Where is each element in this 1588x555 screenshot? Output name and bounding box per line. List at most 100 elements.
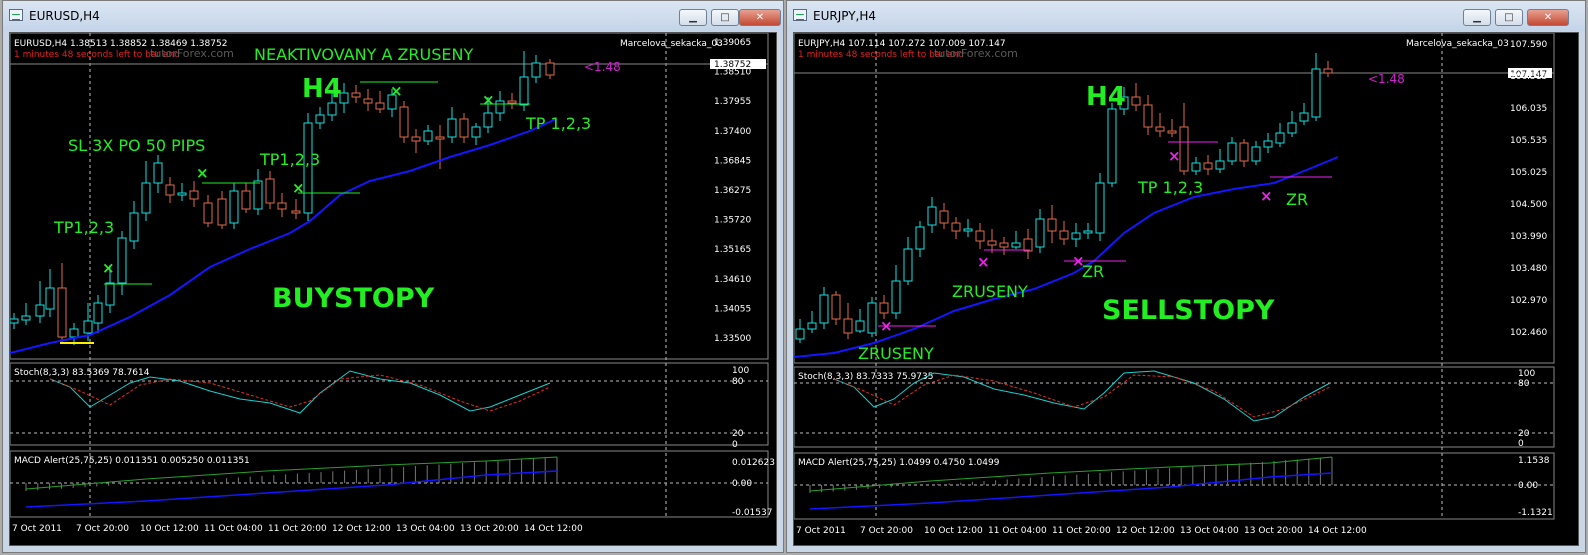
price-tick-label: 1.38510 [714,68,751,78]
window-titlebar[interactable]: EURJPY,H4 ▁ □ ✕ [787,1,1585,31]
order-marker: × [1168,147,1181,165]
bull-candle [423,130,433,142]
bull-candle [21,315,31,321]
price-tick-label: 105.535 [1510,136,1547,146]
annotation-zr: ZR [1082,262,1104,281]
bull-candle [1215,160,1225,170]
annotation-tp: TP1,2,3 [259,150,320,169]
bull-candle [1107,108,1117,184]
order-marker: × [390,82,403,100]
window-titlebar[interactable]: EURUSD,H4 ▁ □ ✕ [3,1,783,31]
price-tick-label: 1.37955 [714,97,751,107]
time-axis: 7 Oct 2011 7 Oct 20:00 10 Oct 12:00 11 Oct … [796,526,1367,536]
macd-label: MACD Alert(25,75,25) 1.0499 0.4750 1.049… [798,458,1000,468]
maximize-button[interactable]: □ [711,9,739,26]
order-marker: × [292,179,305,197]
bull-candle [253,180,263,210]
time-tick-label: 12 Oct 12:00 [332,524,391,534]
bull-candle [153,162,163,184]
bear-candle [399,106,409,138]
time-tick-label: 12 Oct 12:00 [1116,526,1175,536]
chart-area[interactable]: × × × × × EURUSD,H4 1.38513 1.38852 1.38… [9,32,777,546]
bear-candle [57,287,67,338]
time-tick-label: 7 Oct 2011 [12,524,62,534]
annotation-zruseny: ZRUSENY [952,282,1028,301]
bear-candle [265,178,275,204]
bull-candle [495,100,505,114]
bull-candle [1299,112,1309,122]
bear-candle [1059,230,1069,240]
bull-candle [531,62,541,78]
bear-candle [987,240,997,246]
watermark: tutorForex.com [934,47,1018,60]
bear-candle [1047,218,1057,232]
chart-window-eurjpy[interactable]: EURJPY,H4 ▁ □ ✕ × × × × × EURJPY,H4 107.… [786,0,1586,553]
timer-label: <1.48 [1368,72,1405,86]
bear-candle [1239,142,1249,162]
price-axis: 1.390651.387521.385101.379551.374001.368… [714,38,751,344]
bull-candle [963,228,973,232]
price-tick-label: 1.36845 [714,156,751,166]
bull-candle [1035,218,1045,248]
order-marker: × [102,259,115,277]
order-marker: × [977,253,990,271]
bear-candle [1023,238,1033,252]
bear-candle [1179,126,1189,172]
macd-axis-label: 0.012623 [732,458,775,468]
stoch-axis-label: 80 [1518,379,1530,389]
bull-candle [1191,162,1201,172]
chart-window-eurusd[interactable]: EURUSD,H4 ▁ □ ✕ × × × × × EURUSD,H4 1.38… [2,0,784,553]
bull-candle [1071,232,1081,240]
minimize-button[interactable]: ▁ [679,9,707,26]
annotation-tp: TP 1,2,3 [1137,178,1203,197]
bear-candle [999,242,1009,248]
close-button[interactable]: ✕ [1527,9,1569,26]
bull-candle [519,76,529,106]
macd-axis-label: 0.00 [732,479,752,489]
bear-candle [975,230,985,242]
annotation-tp: TP1,2,3 [53,218,114,237]
bull-candle [117,237,127,284]
bear-candle [1167,130,1177,134]
time-tick-label: 13 Oct 04:00 [396,524,455,534]
macd-signal-line [25,470,558,508]
indicator-name: Marcelova_sekacka_03 [1406,39,1509,49]
bear-candle [831,294,841,320]
price-tick-label: 1.34610 [714,275,751,285]
price-tick-label: 102.970 [1510,296,1547,306]
timeframe-label: H4 [302,74,342,104]
bear-candle [545,62,555,76]
stoch-axis-label: 80 [732,377,744,387]
bull-candle [1095,182,1105,234]
chart-area[interactable]: × × × × × EURJPY,H4 107.114 107.272 107.… [793,32,1579,546]
chart-canvas[interactable]: × × × × × EURJPY,H4 107.114 107.272 107.… [794,33,1579,546]
price-tick-label: 1.33500 [714,334,751,344]
chart-icon [793,9,807,21]
bear-candle [507,100,517,104]
order-marker: × [196,164,209,182]
price-tick-label: 1.35720 [714,216,751,226]
macd-axis-label: 0.00 [1518,481,1538,491]
bear-candle [203,202,213,224]
bull-candle [795,328,805,340]
timeframe-label: H4 [1086,82,1126,112]
bull-candle [177,192,187,196]
close-button[interactable]: ✕ [739,9,781,26]
stoch-axis-label: 20 [732,429,744,439]
bull-candle [129,212,139,242]
bear-candle [189,190,199,200]
order-marker: × [482,91,495,109]
chart-canvas[interactable]: × × × × × EURUSD,H4 1.38513 1.38852 1.38… [10,33,777,546]
bull-candle [105,282,115,306]
bull-candle [1227,142,1237,162]
bull-candle [10,318,19,324]
window-title: EURJPY,H4 [813,9,877,23]
bear-candle [411,136,421,142]
time-tick-label: 11 Oct 20:00 [268,524,327,534]
time-tick-label: 14 Oct 12:00 [1308,526,1367,536]
minimize-button[interactable]: ▁ [1463,9,1491,26]
time-tick-label: 7 Oct 20:00 [860,526,913,536]
maximize-button[interactable]: □ [1495,9,1523,26]
bull-candle [891,280,901,314]
bull-candle [1263,140,1273,148]
